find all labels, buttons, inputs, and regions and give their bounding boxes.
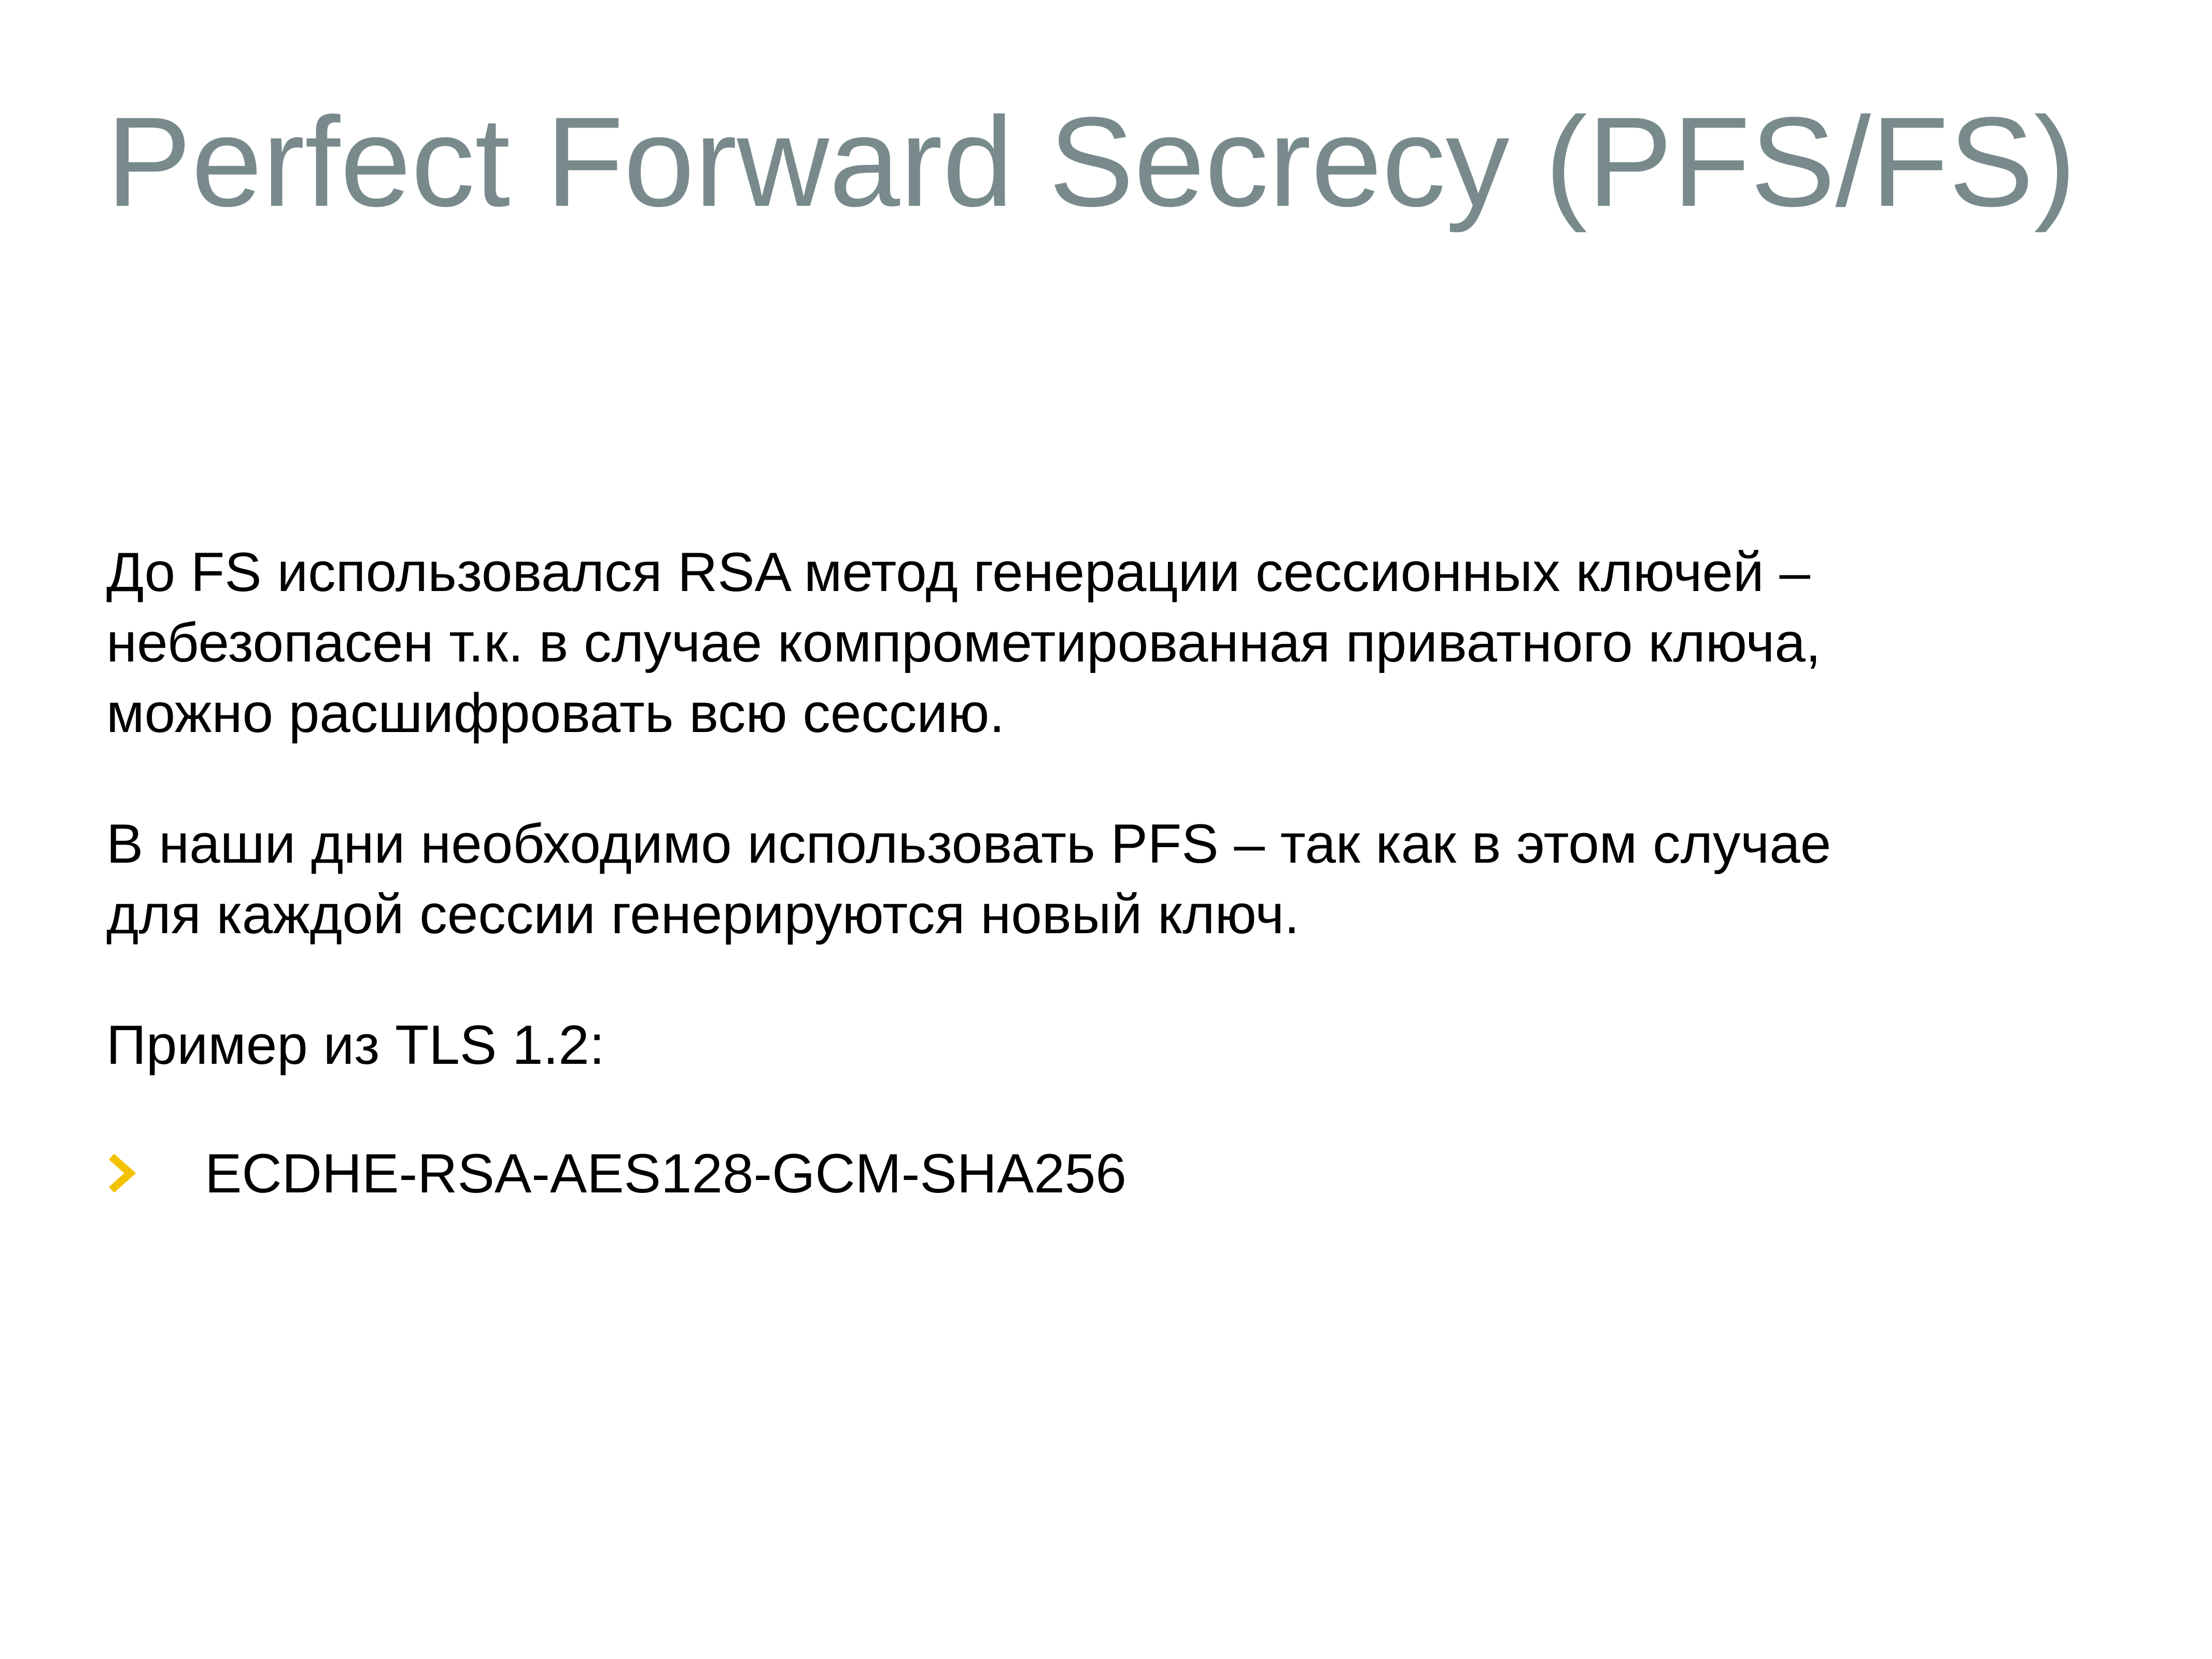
bullet-text: ECDHE-RSA-AES128-GCM-SHA256 <box>205 1142 1126 1204</box>
slide-body: До FS использовался RSA метод генерации … <box>106 537 2128 1080</box>
paragraph-line: можно расшифровать всю сессию. <box>106 682 1005 744</box>
chevron-right-icon <box>109 1154 136 1193</box>
paragraph-line: В наши дни необходимо использовать PFS –… <box>106 812 1831 875</box>
paragraph-line: для каждой сессии генерируются новый клю… <box>106 883 1300 945</box>
paragraph-line: небезопасен т.к. в случае компрометирова… <box>106 611 1821 673</box>
paragraph-line: Пример из TLS 1.2: <box>106 1014 605 1076</box>
paragraph-rsa-history: До FS использовался RSA метод генерации … <box>106 537 2128 748</box>
paragraph-line: До FS использовался RSA метод генерации … <box>106 541 1811 603</box>
paragraph-pfs-recommendation: В наши дни необходимо использовать PFS –… <box>106 808 2128 949</box>
slide-title: Perfect Forward Secrecy (PFS/FS) <box>106 91 2077 233</box>
paragraph-example-heading: Пример из TLS 1.2: <box>106 1009 2128 1080</box>
slide: Perfect Forward Secrecy (PFS/FS) До FS и… <box>0 0 2212 1659</box>
